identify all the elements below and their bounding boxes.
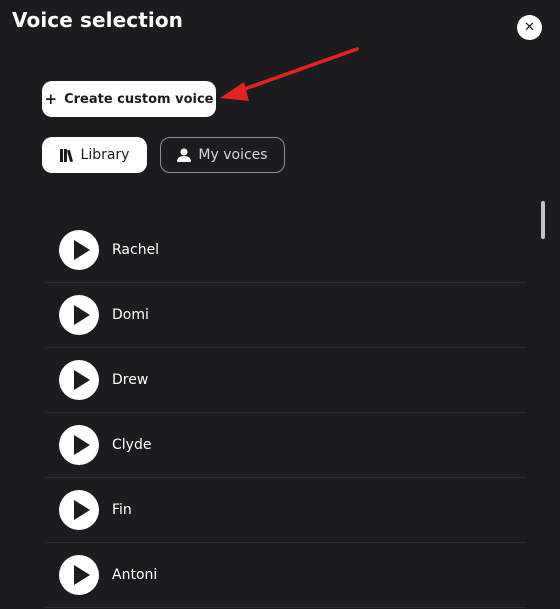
voice-name: Fin: [112, 502, 132, 518]
play-icon[interactable]: [59, 425, 99, 465]
voice-name: Domi: [112, 307, 149, 323]
tab-library-label: Library: [80, 147, 130, 163]
user-icon: [177, 148, 192, 162]
tab-my-voices[interactable]: My voices: [160, 137, 285, 173]
voice-row-rachel[interactable]: Rachel: [45, 218, 526, 283]
voice-name: Rachel: [112, 242, 160, 258]
voice-row-clyde[interactable]: Clyde: [45, 413, 526, 478]
voice-name: Drew: [112, 372, 149, 388]
play-icon[interactable]: [59, 230, 99, 270]
voice-row-fin[interactable]: Fin: [45, 478, 526, 543]
voice-name: Antoni: [112, 567, 158, 583]
play-icon[interactable]: [59, 295, 99, 335]
play-icon[interactable]: [59, 555, 99, 595]
tab-my-voices-label: My voices: [198, 147, 268, 163]
library-icon: [59, 148, 74, 162]
scrollbar[interactable]: [541, 201, 545, 239]
voice-row-antoni[interactable]: Antoni: [45, 543, 526, 608]
play-icon[interactable]: [59, 360, 99, 400]
voice-list: Rachel Domi Drew Clyde Fin Antoni: [45, 218, 526, 608]
voice-row-domi[interactable]: Domi: [45, 283, 526, 348]
tab-library[interactable]: Library: [42, 137, 147, 173]
voice-name: Clyde: [112, 437, 152, 453]
play-icon[interactable]: [59, 490, 99, 530]
voice-row-drew[interactable]: Drew: [45, 348, 526, 413]
